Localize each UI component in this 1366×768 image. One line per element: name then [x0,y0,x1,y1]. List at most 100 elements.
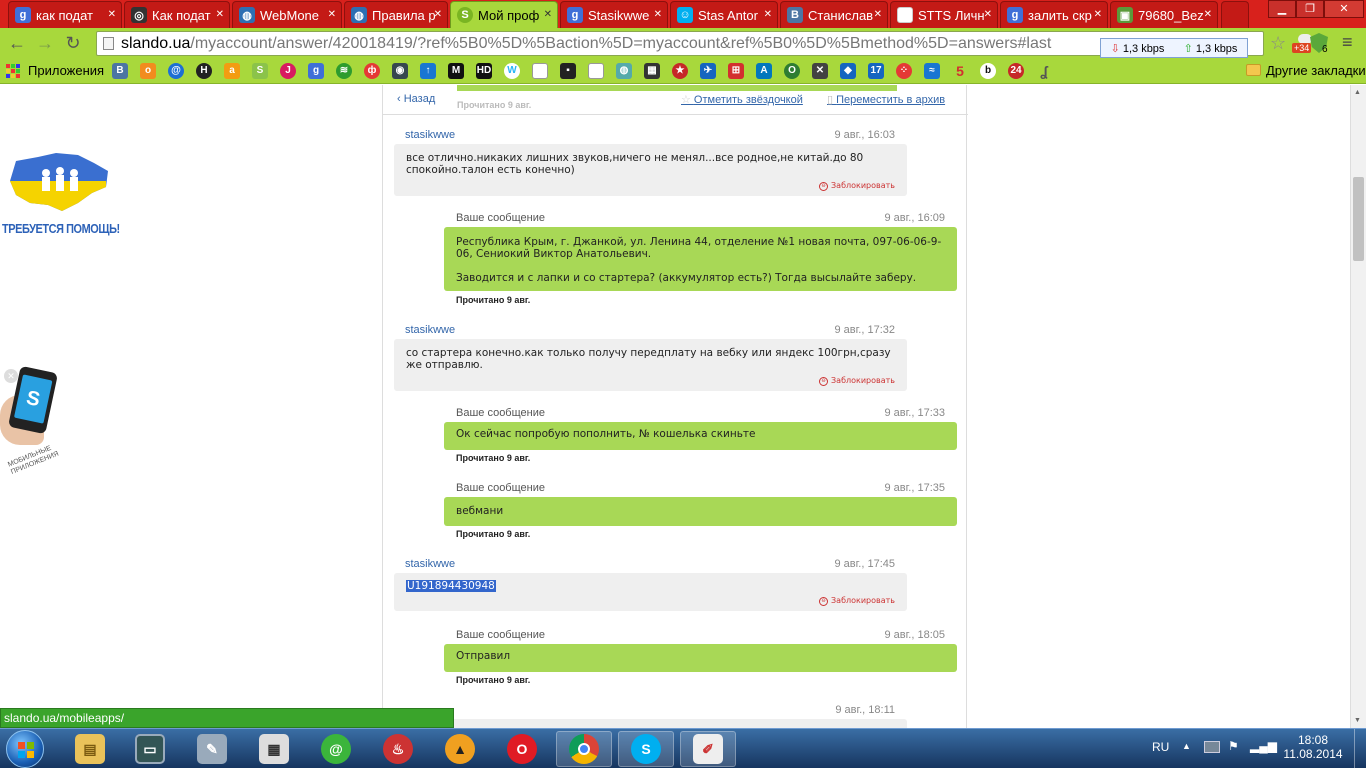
arrow-up-bookmark-icon[interactable]: ↑ [420,63,436,79]
paint-taskbar-button[interactable]: ✐ [680,731,736,767]
close-icon[interactable]: ✕ [328,9,336,20]
close-banner-icon[interactable]: ✕ [4,369,18,383]
seventeen-bookmark-icon[interactable]: 17 [868,63,884,79]
browser-tab-5-active[interactable]: S Мой проф ✕ [450,1,558,28]
apps-bookmark[interactable]: Приложения [28,63,104,78]
bird-bookmark-icon[interactable]: ✈ [700,63,716,79]
dark-bookmark-icon[interactable]: ▪ [560,63,576,79]
24-bookmark-icon[interactable]: 24 [1008,63,1024,79]
eye-bookmark-icon[interactable]: ◉ [392,63,408,79]
tray-expand-icon[interactable]: ▲ [1182,741,1191,751]
archive-link[interactable]: ▯ Переместить в архив [827,93,945,106]
page-scrollbar[interactable]: ▲ ▼ [1350,85,1366,728]
browser-tab-6[interactable]: g Stasikwwe ✕ [560,1,668,28]
calculator-taskbar-button[interactable]: ▦ [246,731,302,767]
close-icon[interactable]: ✕ [108,9,116,20]
page-bookmark-icon[interactable] [588,63,604,79]
explorer-taskbar-button[interactable]: ▤ [62,731,118,767]
browser-tab-9[interactable]: STTS Личн ✕ [890,1,998,28]
google-bookmark-icon[interactable]: g [308,63,324,79]
scrollbar-thumb[interactable] [1353,177,1364,261]
cart-bookmark-icon[interactable]: ⊞ [728,63,744,79]
address-bar[interactable]: slando.ua/myaccount/answer/420018419/?re… [96,31,1264,56]
a-bookmark-icon[interactable]: a [224,63,240,79]
translate-bookmark-icon[interactable]: A [756,63,772,79]
message-author[interactable]: stasikwwe [405,129,455,141]
selected-wallet-number[interactable]: U191894430948 [406,580,496,592]
close-icon[interactable]: ✕ [984,9,992,20]
menu-icon[interactable]: ≡ [1342,33,1353,51]
o-bookmark-icon[interactable]: O [784,63,800,79]
clock[interactable]: 18:08 11.08.2014 [1282,733,1344,761]
m-bookmark-icon[interactable]: M [448,63,464,79]
block-link[interactable]: ⊖ Заблокировать [819,375,895,387]
language-indicator[interactable]: RU [1152,740,1169,754]
start-button[interactable] [6,730,44,768]
close-window-icon[interactable]: ✕ [1324,0,1364,18]
display-taskbar-button[interactable]: ▭ [122,731,178,767]
action-center-flag-icon[interactable]: ⚑ [1228,739,1239,753]
opera-taskbar-button[interactable]: O [494,731,550,767]
signal-icon[interactable]: ▂▄▆ [1250,739,1277,753]
browser-tab-8[interactable]: B Станислав ✕ [780,1,888,28]
chart-bookmark-icon[interactable]: ≈ [924,63,940,79]
b-bookmark-icon[interactable]: b [980,63,996,79]
browser-tab-11[interactable]: ▣ 79680_Bez ✕ [1110,1,1218,28]
vk-bookmark-icon[interactable]: B [112,63,128,79]
dice-bookmark-icon[interactable]: ⁘ [896,63,912,79]
close-icon[interactable]: ✕ [874,9,882,20]
network-monitor-icon[interactable] [1204,741,1220,753]
hd-bookmark-icon[interactable]: H [196,63,212,79]
close-icon[interactable]: ✕ [544,9,552,20]
w-bookmark-icon[interactable]: W [504,63,520,79]
back-link[interactable]: ‹ Назад [397,93,435,105]
skype-taskbar-button[interactable]: S [618,731,674,767]
mail-agent-taskbar-button[interactable]: @ [308,731,364,767]
close-icon[interactable]: ✕ [1094,9,1102,20]
close-icon[interactable]: ✕ [216,9,224,20]
star-link[interactable]: ☆ Отметить звёздочкой [681,93,803,106]
other-bookmarks-folder[interactable]: Другие закладки [1266,63,1366,78]
green-bookmark-icon[interactable]: ≋ [336,63,352,79]
reload-icon[interactable]: ↻ [62,32,84,54]
chrome-taskbar-button[interactable] [556,731,612,767]
cross-bookmark-icon[interactable]: ✕ [812,63,828,79]
help-banner[interactable]: ТРЕБУЕТСЯ ПОМОЩЬ! [2,151,120,236]
close-icon[interactable]: ✕ [434,9,442,20]
browser-tab-3[interactable]: ◍ WebMone ✕ [232,1,342,28]
block-link[interactable]: ⊖ Заблокировать [819,180,895,192]
browser-tab-7[interactable]: ☺ Stas Antor ✕ [670,1,778,28]
bookmark-star-icon[interactable]: ☆ [1270,33,1286,54]
mail-bookmark-icon[interactable]: @ [168,63,184,79]
j-bookmark-icon[interactable]: J [280,63,296,79]
browser-tab-4[interactable]: ◍ Правила р ✕ [344,1,448,28]
tool-taskbar-button[interactable]: ✎ [184,731,240,767]
restore-icon[interactable]: ❐ [1296,0,1324,18]
block-link[interactable]: ⊖ Заблокировать [819,595,895,607]
hd-black-bookmark-icon[interactable]: HD [476,63,492,79]
diamond-bookmark-icon[interactable]: ◆ [840,63,856,79]
odnoklassniki-bookmark-icon[interactable]: o [140,63,156,79]
globe-bookmark-icon[interactable]: ◍ [616,63,632,79]
message-author[interactable]: stasikwwe [405,558,455,570]
scroll-down-icon[interactable]: ▼ [1354,717,1361,724]
browser-tab-10[interactable]: g залить скр ✕ [1000,1,1108,28]
back-arrow-icon[interactable]: ← [6,32,28,54]
mobile-apps-banner[interactable]: ✕ S МОБИЛЬНЫЕ ПРИЛОЖЕНИЯ [0,365,70,485]
browser-tab-1[interactable]: g как подат ✕ [8,1,122,28]
browser-tab-2[interactable]: ◎ Как подат ✕ [124,1,230,28]
pattern-bookmark-icon[interactable]: ▦ [644,63,660,79]
show-desktop-button[interactable] [1354,729,1366,768]
swirl-bookmark-icon[interactable]: ʆ [1036,63,1052,79]
scroll-up-icon[interactable]: ▲ [1354,89,1361,96]
minimize-icon[interactable]: ▁ [1268,0,1296,18]
document-bookmark-icon[interactable] [532,63,548,79]
aimp-taskbar-button[interactable]: ▲ [432,731,488,767]
app-taskbar-button[interactable]: ♨ [370,731,426,767]
red-bookmark-icon[interactable]: ф [364,63,380,79]
message-author[interactable]: stasikwwe [405,324,455,336]
apps-grid-icon[interactable] [6,64,20,78]
close-icon[interactable]: ✕ [764,9,772,20]
five-bookmark-icon[interactable]: 5 [952,63,968,79]
emblem-bookmark-icon[interactable]: ★ [672,63,688,79]
